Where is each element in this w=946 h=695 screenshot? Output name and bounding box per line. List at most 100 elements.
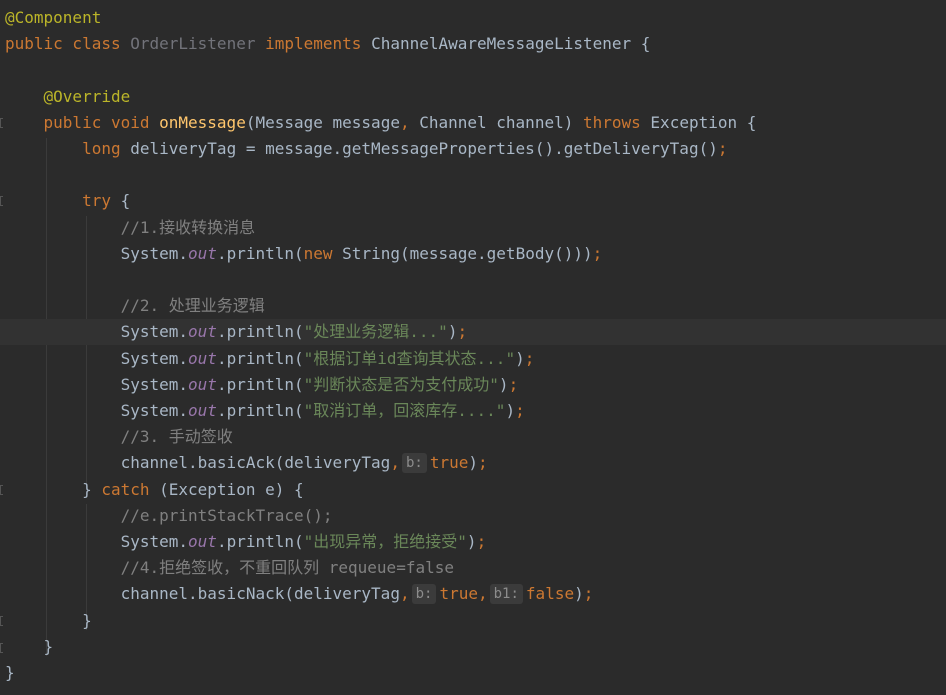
code-token: (Exception e) { — [159, 479, 304, 499]
code-token: out — [188, 243, 217, 263]
code-line[interactable]: //2. 处理业务逻辑 — [0, 293, 946, 319]
code-line[interactable]: try { — [0, 188, 946, 214]
code-token: Exception { — [650, 112, 757, 132]
fold-marker-icon[interactable] — [0, 485, 3, 495]
code-line[interactable]: } — [0, 608, 946, 634]
code-line[interactable]: } — [0, 660, 946, 686]
code-line[interactable] — [0, 162, 946, 188]
code-token: out — [188, 401, 217, 420]
code-token: onMessage — [159, 112, 246, 132]
code-token: out — [188, 374, 217, 394]
code-token: false — [525, 584, 575, 604]
code-line[interactable]: } catch (Exception e) { — [0, 477, 946, 503]
code-token: .println( — [216, 374, 304, 394]
code-token: @Override — [43, 86, 131, 106]
code-line[interactable]: System.out.println("根据订单id查询其状态..."); — [0, 346, 946, 372]
code-token: //4.拒绝签收，不重回队列 requeue=false — [120, 558, 454, 578]
fold-marker-icon[interactable] — [0, 118, 3, 128]
code-token: } — [5, 479, 102, 499]
code-token: true — [429, 453, 469, 473]
code-token: out — [188, 348, 217, 368]
code-token: //3. 手动签收 — [120, 427, 233, 447]
code-line[interactable]: @Override — [0, 84, 946, 110]
code-line[interactable]: channel.basicAck(deliveryTag, b: true); — [0, 450, 946, 476]
code-token: "根据订单id查询其状态..." — [303, 348, 516, 368]
code-line[interactable]: //4.拒绝签收，不重回队列 requeue=false — [0, 555, 946, 581]
code-token: ; — [508, 374, 519, 394]
fold-marker-icon[interactable] — [0, 643, 3, 653]
code-token: ; — [583, 584, 594, 604]
code-token: out — [188, 532, 217, 551]
parameter-hint: b1: — [489, 584, 523, 605]
code-line-current[interactable]: System.out.println("处理业务逻辑..."); — [0, 319, 946, 346]
code-token: try — [82, 191, 121, 211]
code-line[interactable]: System.out.println("判断状态是否为支付成功"); — [0, 372, 946, 398]
code-token: throws — [582, 112, 651, 132]
code-line[interactable]: //e.printStackTrace(); — [0, 503, 946, 529]
code-token: .println( — [216, 348, 304, 368]
code-token: ) — [498, 374, 509, 394]
code-line[interactable]: public class OrderListener implements Ch… — [0, 31, 946, 57]
code-line[interactable] — [0, 267, 946, 293]
code-token: @Component — [5, 8, 102, 27]
code-token: .println( — [216, 322, 304, 342]
code-token: Channel channel) — [419, 112, 583, 132]
code-token: System. — [5, 243, 189, 263]
code-line[interactable]: } — [0, 634, 946, 660]
code-token: .println( — [216, 243, 304, 263]
code-line[interactable]: //3. 手动签收 — [0, 424, 946, 450]
code-token: , — [399, 112, 420, 132]
code-token: "判断状态是否为支付成功" — [303, 374, 499, 394]
code-token: ; — [477, 453, 488, 473]
code-token: "处理业务逻辑..." — [303, 322, 448, 342]
code-token: , — [399, 584, 410, 604]
code-line[interactable]: long deliveryTag = message.getMessagePro… — [0, 136, 946, 162]
code-line[interactable]: //1.接收转换消息 — [0, 215, 946, 241]
code-editor[interactable]: @Component public class OrderListener imp… — [0, 0, 946, 695]
fold-marker-icon[interactable] — [0, 196, 3, 206]
code-token: , — [477, 584, 488, 604]
code-token: ; — [524, 348, 535, 368]
code-line[interactable]: @Component — [0, 5, 946, 31]
code-line[interactable]: public void onMessage(Message message, C… — [0, 110, 946, 136]
code-token: ) — [515, 348, 525, 368]
code-token: ) — [468, 453, 478, 473]
code-token: ChannelAwareMessageListener { — [371, 34, 651, 54]
code-token: ; — [592, 243, 603, 263]
code-token: deliveryTag = message.getMessageProperti… — [130, 139, 718, 158]
code-token: catch — [101, 479, 160, 499]
code-token: channel.basicNack(deliveryTag — [5, 584, 400, 604]
code-token: } — [5, 610, 92, 630]
code-token: true — [439, 584, 478, 604]
code-token: ; — [476, 532, 487, 551]
code-token: System. — [5, 532, 189, 551]
code-token: implements — [265, 34, 372, 54]
code-token: //e.printStackTrace(); — [120, 505, 333, 525]
code-token: //2. 处理业务逻辑 — [120, 296, 265, 316]
code-token: System. — [5, 322, 189, 342]
code-token: .println( — [216, 401, 304, 420]
code-line[interactable] — [0, 57, 946, 83]
code-token: public class — [5, 34, 131, 54]
code-line[interactable]: System.out.println(new String(message.ge… — [0, 241, 946, 267]
code-token: } — [5, 636, 54, 656]
code-token: "出现异常，拒绝接受" — [303, 532, 467, 551]
code-line[interactable]: System.out.println("取消订单，回滚库存...."); — [0, 398, 946, 424]
code-token: System. — [5, 348, 189, 368]
code-token: //1.接收转换消息 — [120, 217, 256, 237]
code-line[interactable]: System.out.println("出现异常，拒绝接受"); — [0, 529, 946, 555]
parameter-hint: b: — [411, 584, 437, 605]
code-token: } — [5, 663, 15, 682]
code-token: public void — [43, 112, 160, 132]
code-line[interactable]: channel.basicNack(deliveryTag, b: true, b1:… — [0, 581, 946, 607]
fold-marker-icon[interactable] — [0, 616, 3, 626]
code-token: ) — [574, 584, 584, 604]
code-token: long — [82, 139, 131, 158]
code-token: ) — [466, 532, 477, 551]
